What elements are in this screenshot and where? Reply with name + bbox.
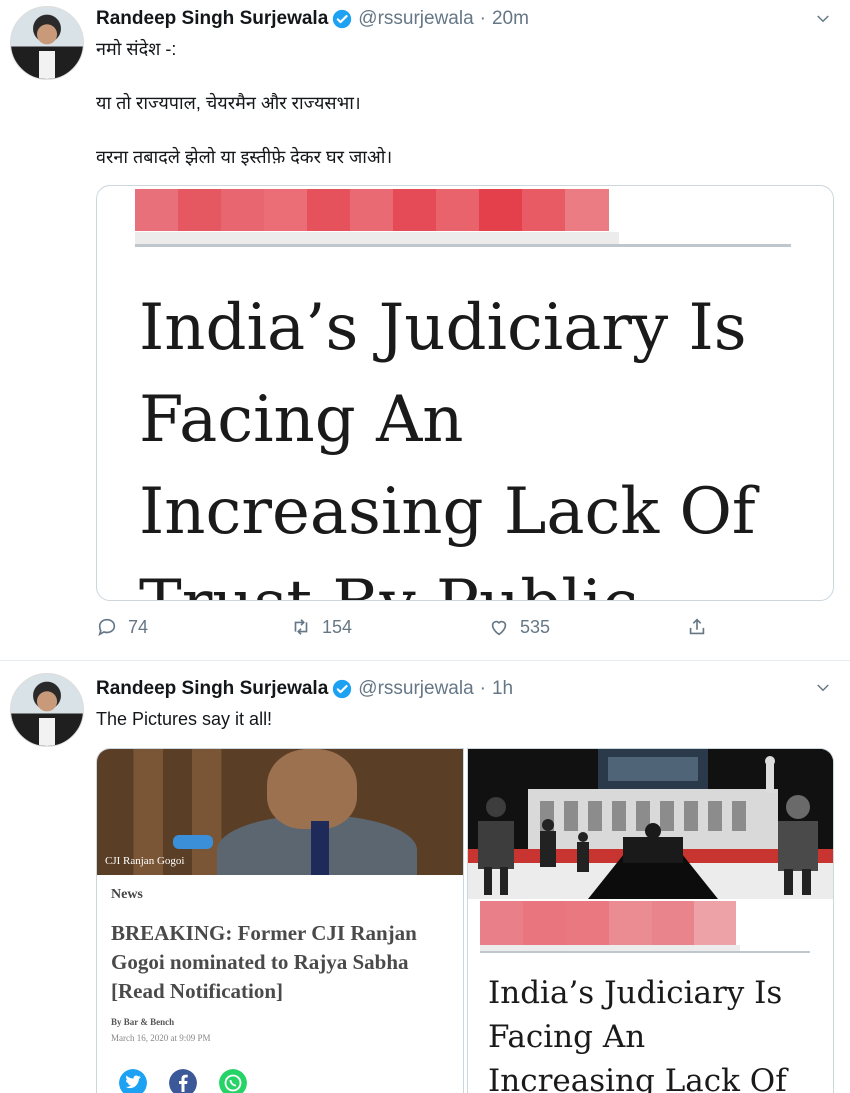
article-byline: By Bar & Bench: [111, 1017, 175, 1027]
verified-badge-icon: [333, 9, 352, 29]
retweet-count: 154: [322, 616, 353, 637]
tweet-text: The Pictures say it all!: [96, 709, 273, 729]
tweet-2[interactable]: Randeep Singh Surjewala @rssurjewala · 1…: [0, 660, 850, 1093]
like-count: 535: [520, 616, 551, 637]
reply-button[interactable]: 74: [96, 616, 148, 638]
judge-photo: CJI Ranjan Gogoi: [97, 749, 463, 875]
author-name[interactable]: Randeep Singh Surjewala: [96, 8, 328, 30]
facebook-share-icon[interactable]: [169, 1069, 197, 1093]
separator: ·: [479, 678, 486, 699]
share-icon: [689, 618, 705, 635]
divider: [480, 951, 810, 953]
reply-icon: [98, 618, 116, 637]
redacted-header: [480, 901, 736, 945]
card-headline: India’s Judiciary Is Facing An Increasin…: [488, 975, 787, 1093]
author-handle[interactable]: @rssurjewala: [358, 678, 473, 700]
like-icon: [491, 620, 507, 636]
tweet-header: Randeep Singh Surjewala @rssurjewala · 2…: [96, 7, 529, 31]
whatsapp-share-icon[interactable]: [219, 1069, 247, 1093]
courtroom-drawing: [468, 749, 833, 899]
retweet-button[interactable]: 154: [290, 616, 352, 638]
retweet-icon: [294, 619, 308, 635]
verified-badge-icon: [333, 679, 352, 699]
avatar[interactable]: [10, 673, 84, 747]
redacted-header: [135, 189, 609, 231]
photo-caption: CJI Ranjan Gogoi: [105, 855, 185, 867]
timestamp[interactable]: 1h: [492, 678, 513, 700]
article-title: BREAKING: Former CJI Ranjan Gogoi nomina…: [111, 921, 417, 1003]
chevron-down-icon[interactable]: [814, 679, 832, 697]
share-button[interactable]: [686, 616, 718, 638]
image-left[interactable]: CJI Ranjan Gogoi News BREAKING: Former C…: [96, 748, 464, 1093]
tweet-text-line-2: या तो राज्यपाल, चेयरमैन और राज्यसभा।: [96, 93, 361, 113]
author-handle[interactable]: @rssurjewala: [358, 8, 473, 30]
tweet-text-line-1: नमो संदेश -:: [96, 39, 177, 59]
author-name[interactable]: Randeep Singh Surjewala: [96, 678, 328, 700]
chevron-down-icon[interactable]: [814, 10, 832, 28]
tweet-actions: 74 154 535: [96, 614, 726, 644]
image-card[interactable]: India’s Judiciary Is Facing An Increasin…: [96, 185, 834, 601]
separator: ·: [479, 8, 486, 29]
timestamp[interactable]: 20m: [492, 8, 529, 30]
tweet-1[interactable]: Randeep Singh Surjewala @rssurjewala · 2…: [0, 0, 850, 660]
twitter-share-icon[interactable]: [119, 1069, 147, 1093]
article-category: News: [111, 887, 143, 902]
tweet-header: Randeep Singh Surjewala @rssurjewala · 1…: [96, 677, 513, 701]
card-headline: India’s Judiciary Is Facing An Increasin…: [139, 291, 756, 600]
article-date: March 16, 2020 at 9:09 PM: [111, 1033, 211, 1043]
like-button[interactable]: 535: [488, 616, 550, 638]
image-right[interactable]: India’s Judiciary Is Facing An Increasin…: [467, 748, 834, 1093]
courtroom-illustration: [468, 749, 833, 899]
avatar[interactable]: [10, 6, 84, 80]
reply-count: 74: [128, 616, 149, 637]
tweet-text-line-3: वरना तबादले झेलो या इस्तीफ़े देकर घर जाओ…: [96, 147, 393, 167]
divider: [135, 244, 791, 247]
